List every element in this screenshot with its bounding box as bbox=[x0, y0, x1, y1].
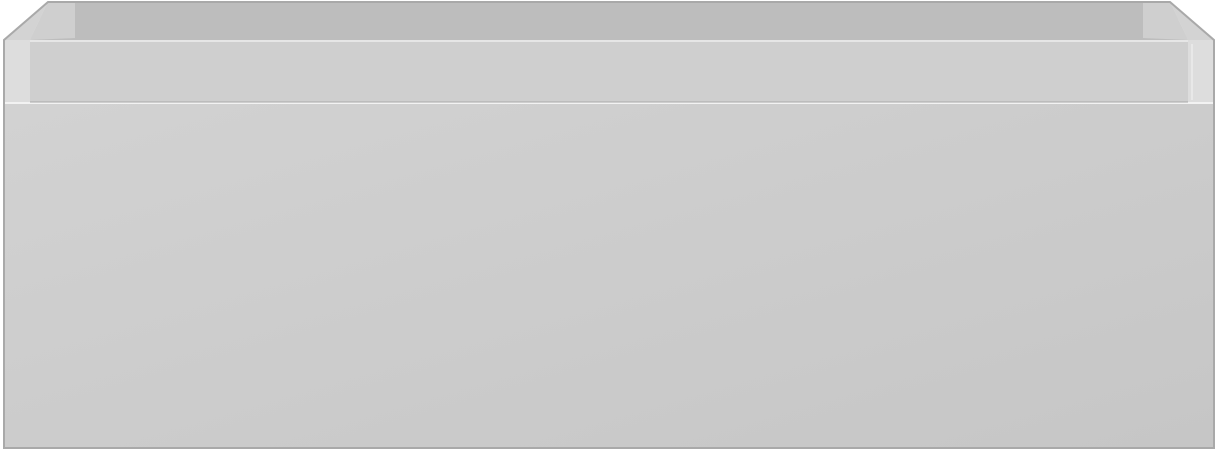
box-left-corner-post bbox=[4, 40, 30, 102]
box-front-face bbox=[4, 102, 1214, 448]
box-back-inner-panel bbox=[75, 4, 1143, 38]
product-render-canvas bbox=[0, 0, 1218, 452]
open-storage-box-render bbox=[3, 1, 1215, 449]
box-rim-inner-band bbox=[30, 40, 1188, 102]
